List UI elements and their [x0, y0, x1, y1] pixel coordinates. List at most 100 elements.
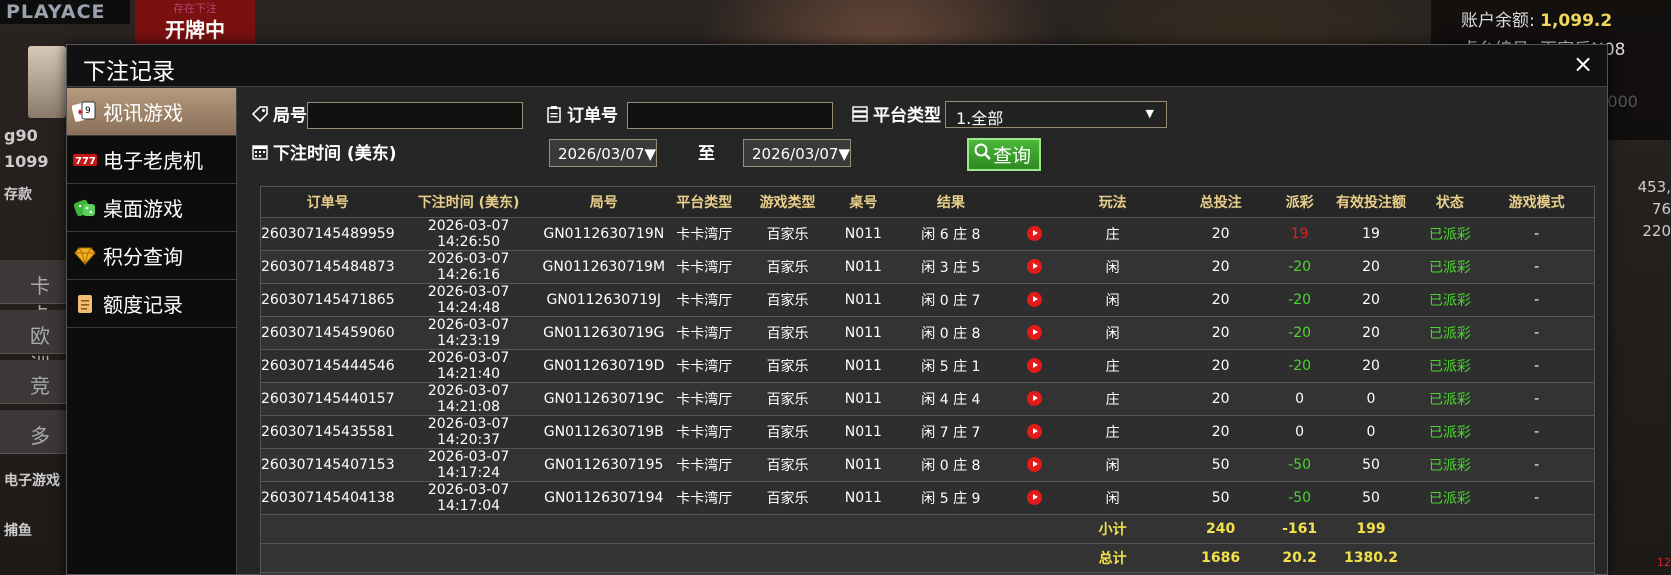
bet-cell: 20: [1163, 250, 1278, 284]
lobby-tab-1[interactable]: 卡卡: [0, 260, 66, 327]
sidebar-item-label: 桌面游戏: [103, 197, 183, 221]
lobby-tab-fishing[interactable]: 捕鱼: [4, 520, 32, 540]
play-video-icon[interactable]: [1026, 259, 1042, 274]
round-cell: GN0112630719B: [542, 415, 666, 449]
game-type-cell: 百家乐: [743, 481, 832, 515]
payout-cell: -20: [1277, 316, 1322, 350]
platform-cell: 卡卡湾厅: [665, 382, 744, 416]
platform-cell: 卡卡湾厅: [665, 415, 744, 449]
platform-select[interactable]: 1.全部 ▼: [945, 101, 1167, 128]
svg-text:777: 777: [75, 156, 96, 167]
bet-record-modal: 下注记录 × 9 视讯游戏 777 电子老虎机 桌面游戏 积分查询 额度记录 局…: [66, 44, 1608, 575]
query-button[interactable]: 查询: [967, 138, 1041, 171]
payout-cell: -20: [1277, 283, 1322, 317]
sidebar-item-points[interactable]: 积分查询: [67, 232, 236, 280]
right-number-2: 76: [1651, 200, 1671, 218]
col-header: 局号: [542, 187, 666, 218]
result-cell: 闲 6 庄 8: [895, 217, 1007, 251]
modal-title: 下注记录: [83, 59, 175, 85]
platform-label: 平台类型: [851, 101, 941, 126]
replay-cell: [1006, 316, 1062, 350]
col-header: 总投注: [1163, 187, 1278, 218]
bet-record-table: 订单号 下注时间 (美东) 局号 平台类型 游戏类型 桌号 结果 玩法 总投注 …: [260, 186, 1595, 575]
order-cell: 260307145484873: [261, 250, 395, 284]
order-input[interactable]: [627, 102, 833, 129]
sidebar-item-live-games[interactable]: 9 视讯游戏: [67, 88, 236, 136]
status-cell: 已派彩: [1420, 481, 1480, 515]
status-cell: 已派彩: [1420, 448, 1480, 482]
game-type-cell: 百家乐: [743, 415, 832, 449]
round-label-text: 局号: [273, 106, 307, 126]
status-cell: 已派彩: [1420, 217, 1480, 251]
play-cell: 庄: [1061, 415, 1164, 449]
balance-value: 1,099.2: [1540, 11, 1613, 31]
subtotal-valid: 199: [1321, 514, 1421, 544]
play-cell: 庄: [1061, 349, 1164, 383]
valid-bet-cell: 20: [1321, 316, 1421, 350]
table-row: 260307145404138 2026-03-07 14:17:04 GN0112…: [261, 481, 1594, 515]
play-video-icon[interactable]: [1026, 457, 1042, 472]
time-cell: 2026-03-07 14:24:48: [394, 283, 543, 317]
calendar-icon: [251, 143, 269, 161]
table-row: 260307145471865 2026-03-07 14:24:48 GN0112…: [261, 283, 1594, 317]
sidebar-item-table-games[interactable]: 桌面游戏: [67, 184, 236, 232]
replay-cell: [1006, 448, 1062, 482]
subtotal-bet: 240: [1163, 514, 1278, 544]
mode-cell: -: [1479, 382, 1594, 416]
valid-bet-cell: 0: [1321, 382, 1421, 416]
round-cell: GN0112630719M: [542, 250, 666, 284]
balance-text: 1099: [4, 152, 49, 171]
valid-bet-cell: 0: [1321, 415, 1421, 449]
replay-cell: [1006, 283, 1062, 317]
game-type-cell: 百家乐: [743, 250, 832, 284]
sidebar-item-slots[interactable]: 777 电子老虎机: [67, 136, 236, 184]
date-from-picker[interactable]: 2026/03/07▼: [549, 139, 657, 167]
table-row: 260307145440157 2026-03-07 14:21:08 GN0112…: [261, 382, 1594, 416]
col-header: 平台类型: [665, 187, 744, 218]
mode-cell: -: [1479, 448, 1594, 482]
lobby-tab-3[interactable]: 竞: [0, 360, 66, 404]
game-type-cell: 百家乐: [743, 283, 832, 317]
mode-cell: -: [1479, 250, 1594, 284]
col-header: 桌号: [831, 187, 896, 218]
table-header-row: 订单号 下注时间 (美东) 局号 平台类型 游戏类型 桌号 结果 玩法 总投注 …: [261, 187, 1594, 218]
col-header: [1006, 187, 1062, 218]
deposit-link[interactable]: 存款: [4, 184, 32, 204]
play-cell: 庄: [1061, 382, 1164, 416]
sidebar-item-label: 电子老虎机: [103, 149, 203, 173]
sidebar-item-credit-records[interactable]: 额度记录: [67, 280, 236, 328]
status-subtext: 存在下注: [173, 2, 217, 15]
valid-bet-cell: 20: [1321, 250, 1421, 284]
table-row: 260307145484873 2026-03-07 14:26:16 GN0112…: [261, 250, 1594, 284]
play-video-icon[interactable]: [1026, 424, 1042, 439]
round-input[interactable]: [307, 102, 523, 129]
play-video-icon[interactable]: [1026, 292, 1042, 307]
play-video-icon[interactable]: [1026, 490, 1042, 505]
col-header: 订单号: [261, 187, 395, 218]
lobby-tab-2[interactable]: 欧洲: [0, 310, 66, 377]
valid-bet-cell: 50: [1321, 481, 1421, 515]
close-icon[interactable]: ×: [1571, 52, 1595, 77]
date-to-picker[interactable]: 2026/03/07▼: [743, 139, 851, 167]
col-header: 游戏类型: [743, 187, 832, 218]
play-video-icon[interactable]: [1026, 391, 1042, 406]
bet-cell: 50: [1163, 448, 1278, 482]
round-label: 局号: [251, 101, 307, 126]
play-video-icon[interactable]: [1026, 358, 1042, 373]
replay-cell: [1006, 217, 1062, 251]
table-row: 260307145444546 2026-03-07 14:21:40 GN0112…: [261, 349, 1594, 383]
play-video-icon[interactable]: [1026, 226, 1042, 241]
lobby-tab-4[interactable]: 多: [0, 410, 66, 454]
play-video-icon[interactable]: [1026, 325, 1042, 340]
lobby-tab-electronic[interactable]: 电子游戏: [4, 470, 60, 490]
round-cell: GN01126307195: [542, 448, 666, 482]
bet-cell: 20: [1163, 382, 1278, 416]
game-type-cell: 百家乐: [743, 217, 832, 251]
status-cell: 已派彩: [1420, 415, 1480, 449]
payout-cell: -50: [1277, 481, 1322, 515]
subtotal-row: 小计 240 -161 199: [261, 514, 1594, 544]
tag-icon: [251, 105, 269, 123]
total-payout: 20.2: [1277, 543, 1322, 573]
order-label: 订单号: [545, 101, 618, 126]
table-no-cell: N011: [831, 481, 896, 515]
